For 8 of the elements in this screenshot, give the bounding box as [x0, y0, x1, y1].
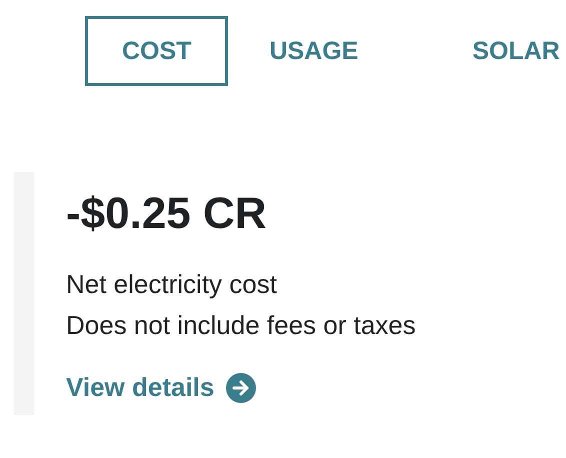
description-text: Net electricity cost	[66, 268, 278, 301]
net-cost-amount: -$0.25 CR	[66, 192, 268, 236]
tab[interactable]: SOLAR	[435, 16, 566, 86]
view-details-link[interactable]: View details	[66, 372, 256, 403]
tab[interactable]: COST	[85, 16, 228, 86]
arrow-circle-icon	[226, 372, 256, 402]
tab[interactable]: USAGE	[232, 16, 396, 86]
description-text: Does not include fees or taxes	[66, 309, 416, 342]
